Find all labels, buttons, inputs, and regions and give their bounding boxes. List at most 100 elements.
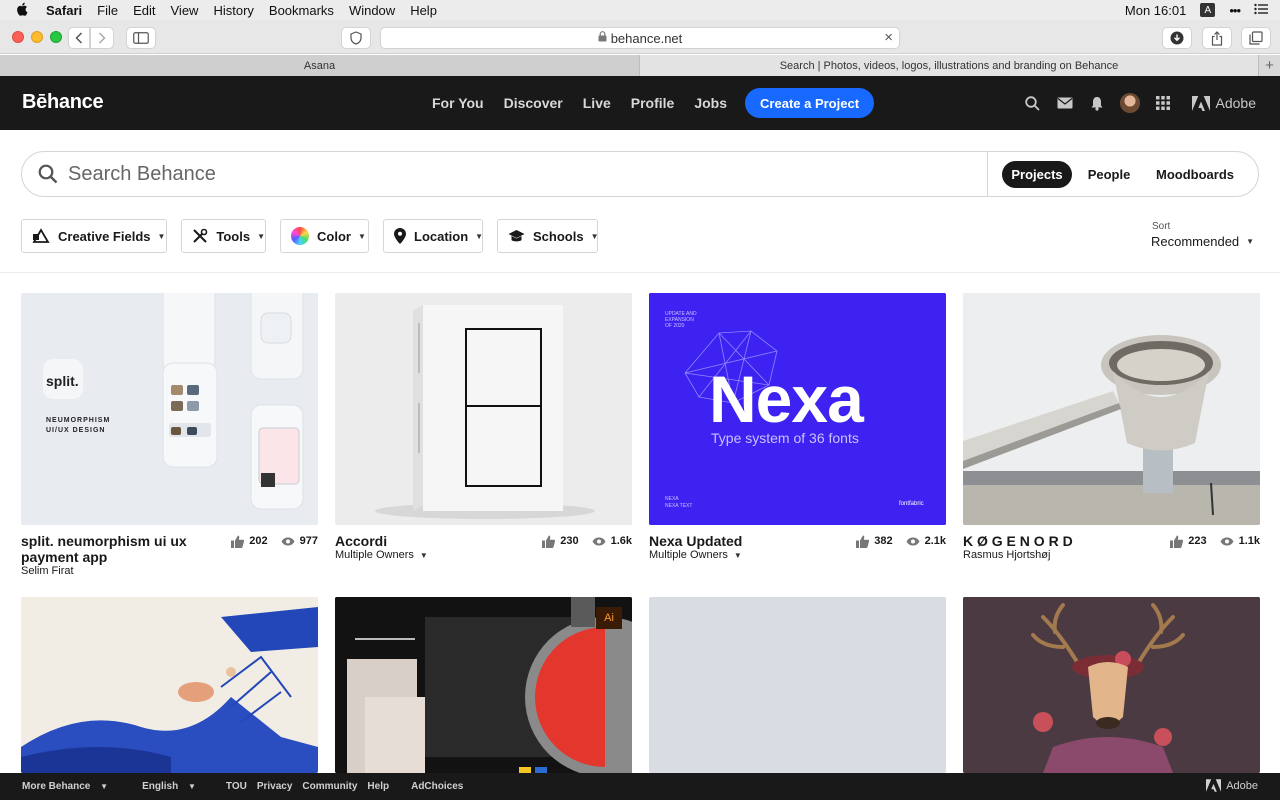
- filter-label: Creative Fields: [58, 228, 151, 244]
- nav-jobs[interactable]: Jobs: [694, 95, 727, 111]
- input-source-badge[interactable]: A: [1200, 3, 1216, 17]
- tab-overview-button[interactable]: [1241, 27, 1271, 49]
- zoom-window-button[interactable]: [50, 31, 62, 43]
- menu-window[interactable]: Window: [349, 3, 395, 18]
- menu-edit[interactable]: Edit: [133, 3, 155, 18]
- filter-location[interactable]: Location ▼: [383, 219, 483, 253]
- more-behance-dropdown[interactable]: More Behance ▼: [22, 781, 108, 792]
- likes-count: 223: [1188, 535, 1207, 547]
- footer-link-help[interactable]: Help: [367, 781, 389, 792]
- minimize-window-button[interactable]: [31, 31, 43, 43]
- footer-link-adchoices[interactable]: AdChoices: [411, 781, 463, 792]
- filter-label: Color: [317, 228, 351, 244]
- kogenord-building-photo: [963, 293, 1260, 525]
- menu-file[interactable]: File: [97, 3, 118, 18]
- project-stats: 230 1.6k: [541, 534, 632, 548]
- clock[interactable]: Mon 16:01: [1125, 3, 1186, 18]
- likes-count: 230: [560, 535, 579, 547]
- project-card[interactable]: Accordi Multiple Owners ▼ 230 1.6k: [335, 293, 632, 563]
- views-count: 1.6k: [610, 535, 632, 547]
- filter-tools[interactable]: Tools ▼: [181, 219, 266, 253]
- address-bar[interactable]: behance.net ×: [380, 27, 900, 49]
- project-card[interactable]: Nexa Type system of 36 fonts UPDATE AND …: [649, 293, 946, 563]
- project-owner[interactable]: Selim Firat: [21, 565, 74, 577]
- forward-button[interactable]: [90, 27, 114, 49]
- filter-creative-fields[interactable]: Creative Fields ▼: [21, 219, 167, 253]
- project-thumbnail[interactable]: [335, 293, 632, 525]
- browser-tab-asana[interactable]: Asana: [0, 55, 640, 76]
- create-project-button[interactable]: Create a Project: [745, 88, 875, 118]
- tabs-icon: [1249, 31, 1263, 45]
- downloads-button[interactable]: [1162, 27, 1192, 49]
- behance-logo[interactable]: Bēhance: [22, 91, 104, 114]
- multiple-owners-dropdown[interactable]: Multiple Owners ▼: [335, 549, 428, 561]
- project-card[interactable]: K Ø G E N O R D Rasmus Hjortshøj 223 1.1…: [963, 293, 1260, 563]
- search-tab-projects[interactable]: Projects: [1002, 161, 1072, 188]
- project-stats: 223 1.1k: [1169, 534, 1260, 548]
- project-title[interactable]: K Ø G E N O R D: [963, 533, 1163, 549]
- project-thumbnail[interactable]: Nexa Type system of 36 fonts UPDATE AND …: [649, 293, 946, 525]
- browser-tab-behance[interactable]: Search | Photos, videos, logos, illustra…: [640, 55, 1259, 76]
- nexa-update-line3: OF 2020: [665, 323, 685, 329]
- behance-header: Bēhance For You Discover Live Profile Jo…: [0, 76, 1280, 130]
- user-avatar[interactable]: [1119, 93, 1140, 113]
- search-divider: [987, 152, 988, 196]
- project-thumbnail[interactable]: split. NEUMORPHISM UI/UX DESIGN: [21, 293, 318, 525]
- language-dropdown[interactable]: English ▼: [142, 781, 196, 792]
- share-button[interactable]: [1202, 27, 1232, 49]
- footer-link-tou[interactable]: TOU: [226, 781, 247, 792]
- sort-value: Recommended: [1151, 234, 1240, 249]
- menu-history[interactable]: History: [213, 3, 253, 18]
- nav-discover[interactable]: Discover: [504, 95, 563, 111]
- project-title[interactable]: split. neumorphism ui ux payment app: [21, 533, 221, 565]
- messages-icon[interactable]: [1056, 94, 1074, 112]
- search-icon[interactable]: [1024, 94, 1042, 112]
- project-owner[interactable]: Rasmus Hjortshøj: [963, 549, 1050, 561]
- app-grid-icon[interactable]: [1154, 94, 1172, 112]
- sidebar-toggle-button[interactable]: [126, 27, 156, 49]
- footer-adobe-link[interactable]: Adobe: [1206, 779, 1258, 792]
- project-thumbnail[interactable]: [21, 597, 318, 773]
- project-title[interactable]: Nexa Updated: [649, 533, 849, 549]
- project-thumbnail[interactable]: [963, 597, 1260, 773]
- owner-name: Multiple Owners: [335, 549, 414, 561]
- notifications-bell-icon[interactable]: [1088, 94, 1106, 112]
- caret-down-icon: ▼: [475, 231, 484, 241]
- search-input[interactable]: [68, 160, 968, 188]
- project-title[interactable]: Accordi: [335, 533, 535, 549]
- views-count: 2.1k: [924, 535, 946, 547]
- close-window-button[interactable]: [12, 31, 24, 43]
- menu-bookmarks[interactable]: Bookmarks: [269, 3, 334, 18]
- nav-profile[interactable]: Profile: [631, 95, 675, 111]
- more-dots-icon[interactable]: •••: [1229, 3, 1241, 18]
- project-thumbnail-loading[interactable]: [649, 597, 946, 773]
- apple-icon[interactable]: [16, 2, 34, 19]
- stop-loading-icon[interactable]: ×: [884, 29, 893, 46]
- menu-app-safari[interactable]: Safari: [46, 3, 82, 18]
- search-tab-people[interactable]: People: [1078, 161, 1140, 188]
- caret-down-icon: ▼: [100, 782, 109, 791]
- nav-live[interactable]: Live: [583, 95, 611, 111]
- multiple-owners-dropdown[interactable]: Multiple Owners ▼: [649, 549, 742, 561]
- poster-collage-preview: [335, 597, 632, 773]
- filter-label: Schools: [533, 228, 584, 244]
- nav-for-you[interactable]: For You: [432, 95, 484, 111]
- project-thumbnail[interactable]: Ai: [335, 597, 632, 773]
- footer-link-community[interactable]: Community: [302, 781, 357, 792]
- privacy-report-button[interactable]: [341, 27, 371, 49]
- menu-view[interactable]: View: [171, 3, 199, 18]
- menu-help[interactable]: Help: [410, 3, 437, 18]
- project-card[interactable]: split. NEUMORPHISM UI/UX DESIGN split. n…: [21, 293, 318, 583]
- filter-color[interactable]: Color ▼: [280, 219, 369, 253]
- project-thumbnail[interactable]: [963, 293, 1260, 525]
- adobe-link[interactable]: Adobe: [1191, 95, 1256, 111]
- sidebar-icon: [133, 32, 149, 44]
- eye-icon: [281, 534, 295, 548]
- new-tab-button[interactable]: +: [1259, 55, 1280, 76]
- back-button[interactable]: [68, 27, 90, 49]
- search-tab-moodboards[interactable]: Moodboards: [1146, 161, 1244, 188]
- sort-dropdown[interactable]: Recommended ▼: [1151, 234, 1254, 249]
- footer-link-privacy[interactable]: Privacy: [257, 781, 293, 792]
- filter-schools[interactable]: Schools ▼: [497, 219, 599, 253]
- notification-center-icon[interactable]: [1254, 3, 1268, 18]
